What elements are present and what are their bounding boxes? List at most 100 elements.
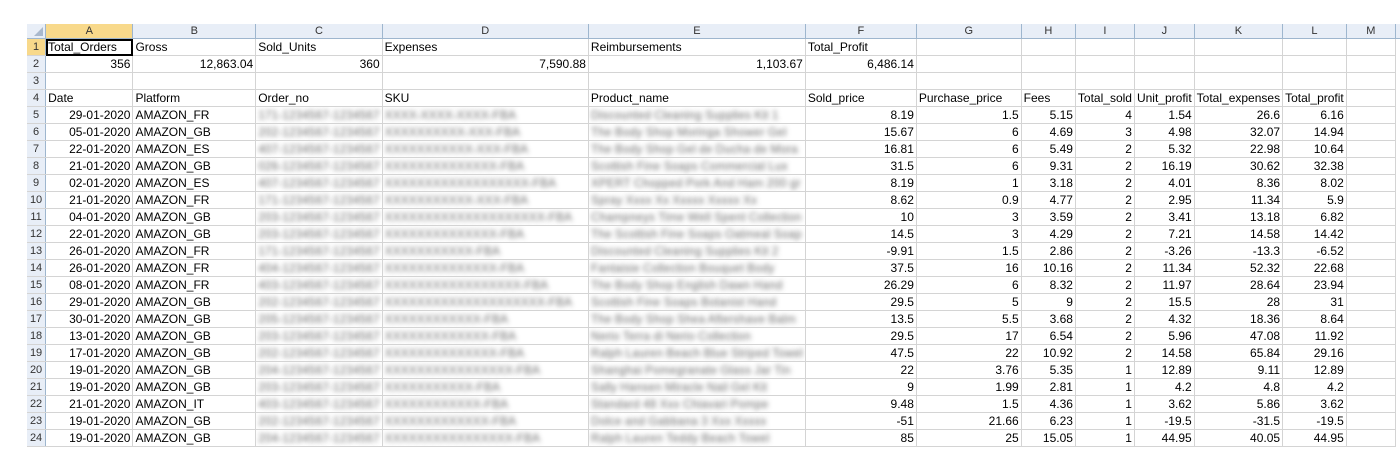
cell[interactable]: 8.64: [1282, 310, 1347, 328]
cell[interactable]: 2: [1075, 327, 1135, 345]
cell[interactable]: 22.98: [1194, 140, 1284, 158]
cell[interactable]: 28: [1194, 293, 1284, 311]
cell[interactable]: [1021, 55, 1076, 73]
cell[interactable]: 29.16: [1282, 344, 1347, 362]
cell[interactable]: 1: [1075, 412, 1135, 430]
cell[interactable]: AMAZON_ES: [132, 140, 257, 158]
cell[interactable]: 31.5: [805, 157, 917, 175]
cell[interactable]: [1346, 191, 1397, 209]
cell[interactable]: 3.41: [1134, 208, 1195, 226]
cell[interactable]: Standard 48 Xxx Chiavari Pompe: [588, 395, 806, 413]
cell[interactable]: 6.23: [1021, 412, 1076, 430]
cell[interactable]: 203-1234567-1234567: [255, 225, 383, 243]
cell[interactable]: 21-01-2020: [45, 157, 134, 175]
cell[interactable]: 2.86: [1021, 242, 1076, 260]
cell[interactable]: Order_no: [255, 89, 383, 107]
cell[interactable]: 21.66: [916, 412, 1022, 430]
cell[interactable]: 40.05: [1194, 429, 1284, 447]
cell[interactable]: 360: [255, 55, 383, 73]
row-header[interactable]: 19: [27, 344, 47, 362]
cell[interactable]: [1346, 140, 1397, 158]
cell[interactable]: [1346, 106, 1397, 124]
cell[interactable]: 29.5: [805, 293, 917, 311]
cell[interactable]: XXXXXXXXXXXXXXXX-FBA: [382, 361, 589, 379]
cell[interactable]: 13.18: [1194, 208, 1284, 226]
cell[interactable]: 15.5: [1134, 293, 1195, 311]
cell[interactable]: [1194, 38, 1284, 56]
cell[interactable]: 6: [916, 123, 1022, 141]
cell[interactable]: AMAZON_GB: [132, 429, 257, 447]
cell[interactable]: Reimbursements: [588, 38, 806, 56]
cell[interactable]: 3.62: [1282, 395, 1347, 413]
row-header[interactable]: 5: [27, 106, 47, 124]
cell[interactable]: XXXXXXXXXXXXXXXXXXXX-FBA: [382, 208, 589, 226]
cell[interactable]: 9.31: [1021, 157, 1076, 175]
cell[interactable]: 47.5: [805, 344, 917, 362]
cell[interactable]: 23.94: [1282, 276, 1347, 294]
cell[interactable]: [382, 72, 589, 90]
cell[interactable]: 1: [1075, 429, 1135, 447]
cell[interactable]: [1075, 55, 1135, 73]
cell[interactable]: Purchase_price: [916, 89, 1022, 107]
cell[interactable]: XXXXXXXXXXX-FBA: [382, 378, 589, 396]
cell[interactable]: 05-01-2020: [45, 123, 134, 141]
cell[interactable]: [1346, 55, 1397, 73]
cell[interactable]: 4.01: [1134, 174, 1195, 192]
cell[interactable]: 9: [805, 378, 917, 396]
cell[interactable]: -3.26: [1134, 242, 1195, 260]
cell[interactable]: -19.5: [1134, 412, 1195, 430]
cell[interactable]: 171-1234567-1234567: [255, 106, 383, 124]
cell[interactable]: 6: [916, 276, 1022, 294]
cell[interactable]: [1194, 55, 1284, 73]
cell[interactable]: XXXXXXXXXXXXX-FBA: [382, 412, 589, 430]
cell[interactable]: 4.36: [1021, 395, 1076, 413]
row-header[interactable]: 3: [27, 72, 47, 90]
cell[interactable]: -31.5: [1194, 412, 1284, 430]
cell[interactable]: 14.58: [1194, 225, 1284, 243]
cell[interactable]: Scottish Fine Soaps Botanist Hand: [588, 293, 806, 311]
cell[interactable]: 026-1234567-1234567: [255, 157, 383, 175]
cell[interactable]: 404-1234567-1234567: [255, 259, 383, 277]
column-header[interactable]: J: [1134, 24, 1195, 39]
cell[interactable]: 2: [1075, 157, 1135, 175]
cell[interactable]: 8.32: [1021, 276, 1076, 294]
column-header[interactable]: M: [1346, 24, 1397, 39]
cell[interactable]: 11.92: [1282, 327, 1347, 345]
cell[interactable]: 2: [1075, 174, 1135, 192]
cell[interactable]: 32.07: [1194, 123, 1284, 141]
cell[interactable]: Sold_price: [805, 89, 917, 107]
cell[interactable]: 4.2: [1282, 378, 1347, 396]
cell[interactable]: [1194, 72, 1284, 90]
cell[interactable]: [1075, 72, 1135, 90]
cell[interactable]: Total_Orders: [45, 38, 134, 56]
cell[interactable]: The Scottish Fine Soaps Oatmeal Soap: [588, 225, 806, 243]
cell[interactable]: 14.42: [1282, 225, 1347, 243]
cell[interactable]: [1021, 38, 1076, 56]
cell[interactable]: [1346, 327, 1397, 345]
cell[interactable]: 2: [1075, 140, 1135, 158]
cell[interactable]: 26.29: [805, 276, 917, 294]
cell[interactable]: 47.08: [1194, 327, 1284, 345]
cell[interactable]: 44.95: [1134, 429, 1195, 447]
cell[interactable]: -9.91: [805, 242, 917, 260]
cell[interactable]: 30.62: [1194, 157, 1284, 175]
cell[interactable]: 6: [916, 140, 1022, 158]
row-header[interactable]: 13: [27, 242, 47, 260]
cell[interactable]: Fees: [1021, 89, 1076, 107]
cell[interactable]: 2: [1075, 191, 1135, 209]
cell[interactable]: 13.5: [805, 310, 917, 328]
cell[interactable]: [1346, 208, 1397, 226]
cell[interactable]: [45, 72, 134, 90]
cell[interactable]: -13.3: [1194, 242, 1284, 260]
row-header[interactable]: 20: [27, 361, 47, 379]
cell[interactable]: Ralph Lauren Teddy Beach Towel: [588, 429, 806, 447]
column-header[interactable]: H: [1021, 24, 1076, 39]
row-header[interactable]: 2: [27, 55, 47, 73]
cell[interactable]: 202-1234567-1234567: [255, 412, 383, 430]
column-header[interactable]: G: [916, 24, 1022, 39]
cell[interactable]: XXXX-XXXX-XXXX-FBA: [382, 106, 589, 124]
row-header[interactable]: 24: [27, 429, 47, 447]
cell[interactable]: Shanghai Pomegranate Glass Jar Tin: [588, 361, 806, 379]
cell[interactable]: 22.68: [1282, 259, 1347, 277]
cell[interactable]: 14.58: [1134, 344, 1195, 362]
